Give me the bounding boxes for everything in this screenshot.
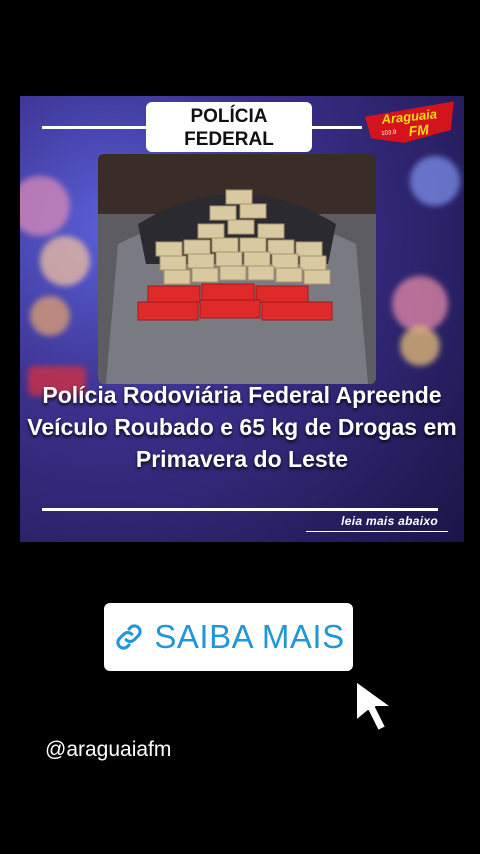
- seized-drugs-on-car-image: [98, 154, 376, 384]
- account-handle[interactable]: @araguaiafm: [45, 738, 171, 762]
- saiba-mais-label: SAIBA MAIS: [154, 618, 345, 655]
- bokeh-light: [410, 156, 460, 206]
- pointer-cursor-icon: [355, 680, 393, 732]
- badge-line1: POLÍCIA: [190, 106, 268, 127]
- source-badge: POLÍCIA FEDERAL: [146, 102, 312, 152]
- araguaia-fm-logo: Araguaia FM 103.9: [364, 101, 454, 143]
- bottom-divider: [42, 508, 438, 511]
- story-post-card[interactable]: POLÍCIA FEDERAL Araguaia FM 103.9 Políci…: [20, 96, 464, 542]
- read-more-label: leia mais abaixo: [341, 514, 438, 528]
- bokeh-light: [20, 176, 70, 236]
- read-more-arrow-line: [306, 531, 448, 532]
- bokeh-light: [40, 236, 90, 286]
- bokeh-light: [392, 276, 448, 332]
- news-photo: [98, 154, 376, 384]
- badge-line2: FEDERAL: [184, 129, 274, 150]
- top-divider-right: [312, 126, 362, 129]
- top-divider-left: [42, 126, 146, 129]
- bokeh-light: [400, 326, 440, 366]
- link-icon: [116, 624, 143, 650]
- saiba-mais-link-sticker[interactable]: SAIBA MAIS: [104, 603, 353, 671]
- news-headline: Polícia Rodoviária Federal Apreende Veíc…: [27, 382, 457, 472]
- logo-fm: FM: [408, 121, 430, 139]
- bokeh-light: [30, 296, 70, 336]
